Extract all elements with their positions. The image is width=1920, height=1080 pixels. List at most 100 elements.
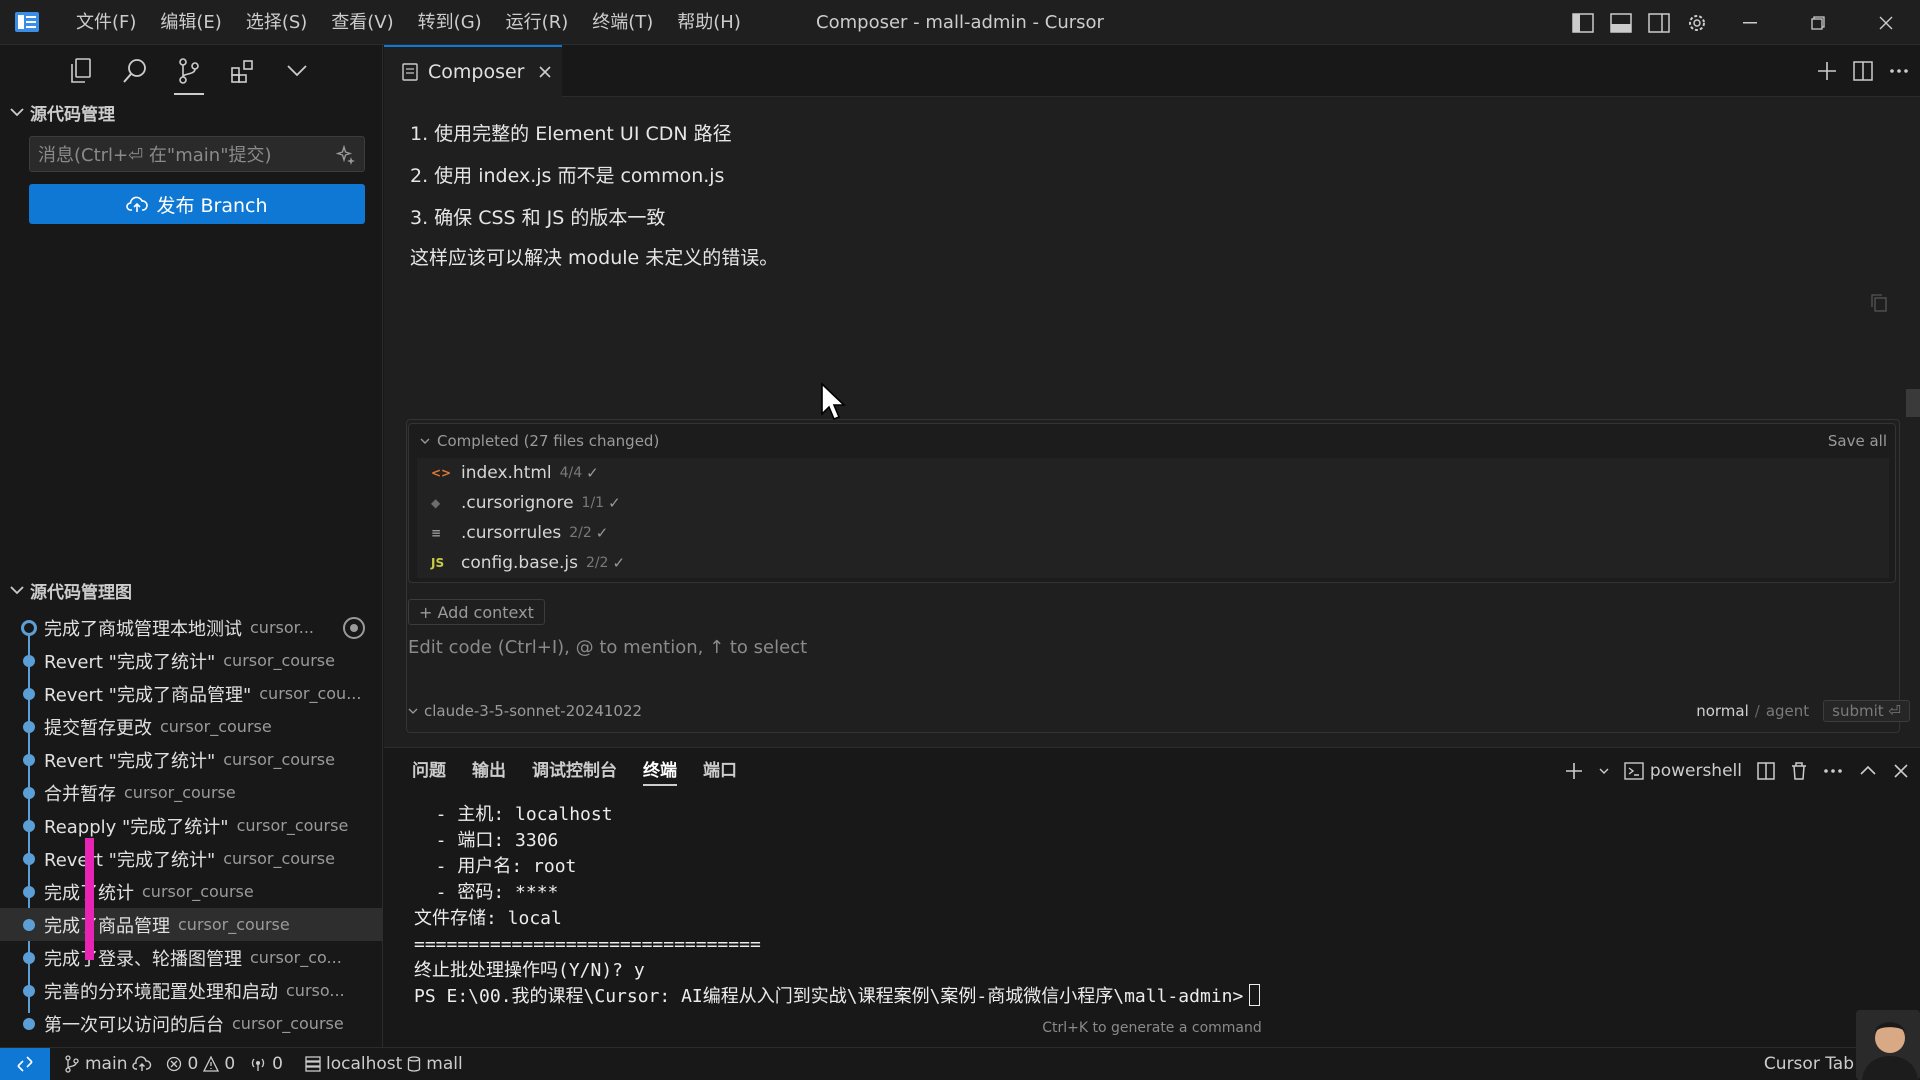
graph-section-header[interactable]: 源代码管理图 [0, 577, 383, 603]
problems-status[interactable]: 0 0 [166, 1054, 235, 1074]
changed-file-row[interactable]: ◆ .cursorignore 1/1 ✓ [417, 488, 1889, 518]
graph-commit-item[interactable]: 完成了商品管理 cursor_course [0, 908, 383, 941]
split-editor-icon[interactable] [1852, 60, 1874, 82]
commit-message: 第一次可以访问的后台 [44, 1014, 224, 1036]
app-logo-icon[interactable] [14, 9, 40, 35]
js-file-icon: JS [431, 556, 445, 570]
changed-file-row[interactable]: <> index.html 4/4 ✓ [417, 458, 1889, 488]
commit-author: cursor_course [178, 915, 290, 934]
explorer-icon[interactable] [64, 51, 98, 91]
more-actions-icon[interactable] [1888, 60, 1910, 82]
sparkle-icon[interactable] [336, 145, 356, 165]
graph-commit-item[interactable]: Reapply "完成了统计" cursor_course [0, 809, 383, 842]
graph-commit-item[interactable]: 完成了统计cursor_course [0, 875, 383, 908]
changes-header[interactable]: Completed (27 files changed) [409, 424, 1895, 458]
submit-button[interactable]: submit ⏎ [1823, 700, 1910, 722]
new-terminal-plus-icon[interactable] [1564, 761, 1584, 781]
tab-output[interactable]: 输出 [472, 748, 506, 794]
graph-commit-item[interactable]: Revert "完成了统计" cursor_course [0, 743, 383, 776]
changes-header-label: Completed (27 files changed) [437, 432, 660, 450]
remote-indicator-button[interactable] [0, 1047, 50, 1080]
panel-tabs: 问题 输出 调试控制台 终端 端口 [412, 748, 737, 794]
graph-commit-item[interactable]: 完成了登录、轮播图管理 cursor_co... [0, 941, 383, 974]
tab-terminal[interactable]: 终端 [643, 748, 677, 794]
terminal-shell-selector[interactable]: powershell [1624, 761, 1742, 781]
split-terminal-icon[interactable] [1756, 761, 1776, 781]
toggle-panel-icon[interactable] [1602, 0, 1640, 45]
save-all-button[interactable]: Save all [1828, 424, 1887, 458]
menu-run[interactable]: 运行(R) [494, 0, 581, 45]
chevron-down-icon [408, 708, 418, 714]
source-control-icon[interactable] [172, 51, 206, 95]
close-window-icon[interactable] [1852, 0, 1920, 45]
graph-commit-item[interactable]: Revert "完成了商品管理" cursor_cou... [0, 677, 383, 710]
close-icon[interactable] [538, 65, 552, 79]
terminal-prompt-line: PS E:\00.我的课程\Cursor: AI编程从入门到实战\课程案例\案例… [414, 984, 1261, 1010]
branch-status[interactable]: main [64, 1054, 152, 1074]
graph-list: 完成了商城管理本地测试 cursor... Revert "完成了统计" cursor… [0, 611, 383, 1040]
ignore-file-icon: ◆ [431, 496, 441, 510]
graph-commit-dot [23, 754, 35, 766]
settings-gear-icon[interactable] [1678, 0, 1716, 45]
menu-go[interactable]: 转到(G) [406, 0, 494, 45]
cursor-tab-status[interactable]: Cursor Tab [1764, 1048, 1854, 1080]
commit-message: 提交暂存更改 [44, 717, 152, 739]
restore-icon[interactable] [1784, 0, 1852, 45]
ports-count: 0 [272, 1054, 283, 1074]
terminal-output[interactable]: - 主机: localhost - 端口: 3306 - 用户名: root -… [414, 802, 1261, 1010]
graph-commit-item[interactable]: 完善的分环境配置处理和启动 curso... [0, 974, 383, 1007]
menu-help[interactable]: 帮助(H) [665, 0, 753, 45]
chevron-down-icon [10, 108, 24, 117]
tab-problems[interactable]: 问题 [412, 748, 446, 794]
composer-scrollbar[interactable] [1906, 389, 1920, 417]
changed-file-row[interactable]: ≡ .cursorrules 2/2 ✓ [417, 518, 1889, 548]
chevron-down-icon[interactable] [280, 51, 314, 91]
graph-commit-dot [23, 985, 35, 997]
mode-agent[interactable]: agent [1766, 702, 1809, 720]
extensions-icon[interactable] [226, 51, 260, 91]
scm-section-header[interactable]: 源代码管理 [0, 99, 382, 125]
search-icon[interactable] [118, 51, 152, 91]
database-status[interactable]: localhost mall [305, 1054, 463, 1074]
menu-terminal[interactable]: 终端(T) [580, 0, 665, 45]
trash-icon[interactable] [1790, 761, 1808, 781]
graph-commit-item[interactable]: 完成了商城管理本地测试 cursor... [0, 611, 383, 644]
graph-commit-item[interactable]: 提交暂存更改 cursor_course [0, 710, 383, 743]
commit-message: Revert "完成了商品管理" [44, 684, 252, 706]
graph-commit-item[interactable]: 合并暂存 cursor_course [0, 776, 383, 809]
commit-message-input[interactable]: 消息(Ctrl+⏎ 在"main"提交) [29, 136, 365, 172]
add-context-button[interactable]: + Add context [408, 599, 545, 625]
answer-line: 3. 确保 CSS 和 JS 的版本一致 [410, 207, 666, 229]
cloud-sync-icon[interactable] [132, 1056, 152, 1072]
menu-selection[interactable]: 选择(S) [234, 0, 319, 45]
graph-commit-item[interactable]: Revert "完成了统计" cursor_course [0, 842, 383, 875]
menu-view[interactable]: 查看(V) [319, 0, 405, 45]
check-icon: ✓ [612, 554, 626, 572]
branch-target-icon[interactable] [343, 617, 365, 639]
ports-status[interactable]: 0 [249, 1054, 283, 1074]
menu-edit[interactable]: 编辑(E) [148, 0, 233, 45]
title-bar-controls [1564, 0, 1920, 45]
mode-normal[interactable]: normal [1696, 702, 1749, 720]
graph-commit-item[interactable]: Revert "完成了统计" cursor_course [0, 644, 383, 677]
graph-commit-dot [23, 1018, 35, 1030]
changed-file-row[interactable]: JS config.base.js 2/2 ✓ [417, 548, 1889, 578]
graph-commit-item[interactable]: 第一次可以访问的后台 cursor_course [0, 1007, 383, 1040]
copy-icon[interactable] [1870, 293, 1888, 313]
model-select[interactable]: claude-3-5-sonnet-20241022 [408, 702, 642, 720]
menu-file[interactable]: 文件(F) [64, 0, 148, 45]
minimize-icon[interactable] [1716, 0, 1784, 45]
tab-composer[interactable]: Composer [384, 45, 562, 97]
plus-icon[interactable] [1816, 60, 1838, 82]
toggle-secondary-sidebar-icon[interactable] [1640, 0, 1678, 45]
maximize-panel-chevron-up-icon[interactable] [1858, 761, 1878, 781]
database-icon [408, 1056, 421, 1072]
tab-ports[interactable]: 端口 [703, 748, 737, 794]
publish-branch-button[interactable]: 发布 Branch [29, 184, 365, 224]
toggle-primary-sidebar-icon[interactable] [1564, 0, 1602, 45]
close-panel-icon[interactable] [1892, 762, 1910, 780]
more-actions-icon[interactable] [1822, 761, 1844, 781]
composer-input[interactable]: Edit code (Ctrl+I), @ to mention, ↑ to s… [408, 637, 807, 658]
tab-debug-console[interactable]: 调试控制台 [532, 748, 617, 794]
chevron-down-icon[interactable] [1598, 766, 1610, 776]
